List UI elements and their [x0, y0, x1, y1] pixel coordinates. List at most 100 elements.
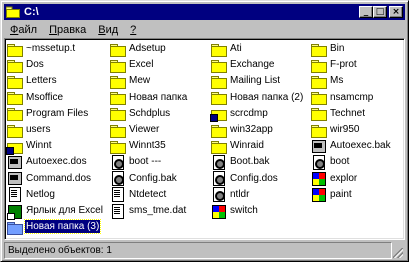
folder-icon — [6, 220, 23, 235]
file-item[interactable]: ntldr — [210, 187, 250, 203]
folder-icon — [109, 90, 126, 106]
file-item[interactable]: Winraid — [210, 138, 265, 154]
file-item[interactable]: Новая папка — [109, 90, 188, 106]
file-item[interactable]: boot — [310, 154, 350, 170]
file-item[interactable]: Viewer — [109, 122, 160, 138]
file-item[interactable]: Adsetup — [109, 41, 167, 57]
file-item[interactable]: Winnt — [6, 138, 53, 155]
folder-icon — [310, 90, 327, 106]
file-item[interactable]: Autoexec.dos — [6, 154, 88, 169]
folder-icon — [6, 58, 23, 73]
config-icon — [109, 171, 125, 187]
file-item[interactable]: users — [6, 122, 51, 138]
file-item-label: Config.bak — [129, 172, 177, 184]
file-item-label: Winnt35 — [129, 140, 166, 152]
menu-item-3[interactable]: ? — [124, 24, 142, 36]
file-item[interactable]: wir950 — [310, 122, 360, 138]
file-item-label: F-prot — [330, 59, 357, 71]
window-title: C:\ — [24, 6, 39, 18]
file-item-label: Viewer — [129, 124, 160, 135]
folder-icon — [210, 58, 227, 73]
file-item[interactable]: Mailing List — [210, 73, 281, 89]
file-item[interactable]: nsamcmp — [310, 90, 374, 106]
file-item-label: win32app — [230, 124, 273, 135]
file-item-label: Autoexec.bak — [330, 140, 391, 152]
config-icon — [210, 187, 226, 203]
file-item[interactable]: paint — [310, 187, 353, 203]
file-item-label: Command.dos — [26, 172, 92, 184]
menu-item-1[interactable]: Правка — [43, 24, 92, 36]
file-item-label: Excel — [129, 59, 154, 71]
folder-special-icon — [210, 106, 227, 123]
file-icon — [6, 187, 22, 203]
file-item[interactable]: F-prot — [310, 57, 358, 73]
file-item[interactable]: Letters — [6, 73, 58, 89]
file-item[interactable]: explor — [310, 171, 358, 187]
config-icon — [210, 154, 226, 170]
file-item[interactable]: boot --- — [109, 154, 162, 170]
file-item[interactable]: Program Files — [6, 106, 89, 122]
file-item[interactable]: Ms — [310, 73, 344, 89]
file-item[interactable]: Новая папка (2) — [210, 90, 304, 106]
folder-special-icon — [6, 139, 23, 155]
file-item[interactable]: Boot.bak — [210, 154, 270, 170]
file-list[interactable]: ~mssetup.t Dos Letters Msoffice Program File… — [4, 38, 405, 240]
folder-icon — [109, 74, 126, 89]
status-text: Выделено объектов: 1 — [4, 242, 392, 259]
folder-icon — [109, 123, 126, 138]
minimize-button[interactable]: _ — [359, 6, 373, 18]
file-item-label: Dos — [26, 59, 44, 71]
file-item-label: users — [26, 124, 51, 135]
file-item[interactable]: Новая папка (3) — [6, 219, 102, 235]
file-item-label: sms_tme.dat — [129, 205, 187, 216]
file-item-label: Bin — [330, 43, 345, 54]
file-item[interactable]: ~mssetup.t — [6, 41, 76, 57]
app-icon — [310, 171, 326, 187]
file-item-label: Program Files — [26, 107, 89, 119]
explorer-window: C:\ _ □ × Файл Правка Вид? ~mssetup.t Dos Le… — [0, 0, 409, 262]
batch-icon — [310, 139, 326, 153]
file-item-label: wir950 — [330, 124, 360, 135]
file-item[interactable]: Schdplus — [109, 106, 171, 122]
resize-grip-icon[interactable] — [392, 242, 404, 259]
file-item-label: boot — [330, 156, 350, 168]
file-item[interactable]: Technet — [310, 106, 366, 122]
file-item-label: Exchange — [230, 59, 275, 71]
file-item-label: Autoexec.dos — [26, 156, 87, 168]
file-item-label: Mew — [129, 75, 151, 87]
file-item[interactable]: Exchange — [210, 57, 275, 73]
menu-accelerator: ? — [130, 23, 137, 36]
file-item-label: Mailing List — [230, 75, 281, 87]
close-button[interactable]: × — [389, 6, 403, 18]
file-item[interactable]: switch — [210, 203, 259, 219]
file-item[interactable]: Netlog — [6, 187, 56, 203]
menu-accelerator: Ф — [10, 23, 19, 36]
maximize-button[interactable]: □ — [373, 6, 387, 18]
file-item[interactable]: win32app — [210, 122, 274, 138]
file-item-label: Ms — [330, 75, 344, 87]
file-item[interactable]: Excel — [109, 57, 154, 73]
file-item[interactable]: scrcdmp — [210, 106, 269, 123]
file-item[interactable]: Ярлык для Excel — [6, 203, 104, 220]
file-item[interactable]: Mew — [109, 73, 151, 89]
file-item[interactable]: Bin — [310, 41, 345, 57]
title-bar[interactable]: C:\ _ □ × — [4, 4, 405, 20]
file-item[interactable]: Dos — [6, 57, 45, 73]
file-item-label: Новая папка (3) — [23, 219, 102, 235]
folder-icon[interactable] — [5, 6, 20, 18]
file-item[interactable]: Ntdetect — [109, 187, 167, 203]
menu-item-2[interactable]: Вид — [92, 24, 124, 36]
file-item-label: Winraid — [230, 140, 264, 152]
file-item[interactable]: Msoffice — [6, 90, 64, 106]
folder-icon — [6, 90, 23, 106]
file-item[interactable]: Autoexec.bak — [310, 138, 392, 153]
file-item[interactable]: sms_tme.dat — [109, 203, 187, 219]
config-icon — [310, 154, 326, 170]
menu-item-0[interactable]: Файл — [4, 24, 43, 36]
file-item[interactable]: Winnt35 — [109, 138, 167, 154]
file-item[interactable]: Config.bak — [109, 171, 178, 187]
file-item[interactable]: Ati — [210, 41, 243, 57]
file-item[interactable]: Config.dos — [210, 171, 279, 187]
file-item[interactable]: Command.dos — [6, 171, 92, 186]
status-bar: Выделено объектов: 1 — [4, 242, 405, 259]
